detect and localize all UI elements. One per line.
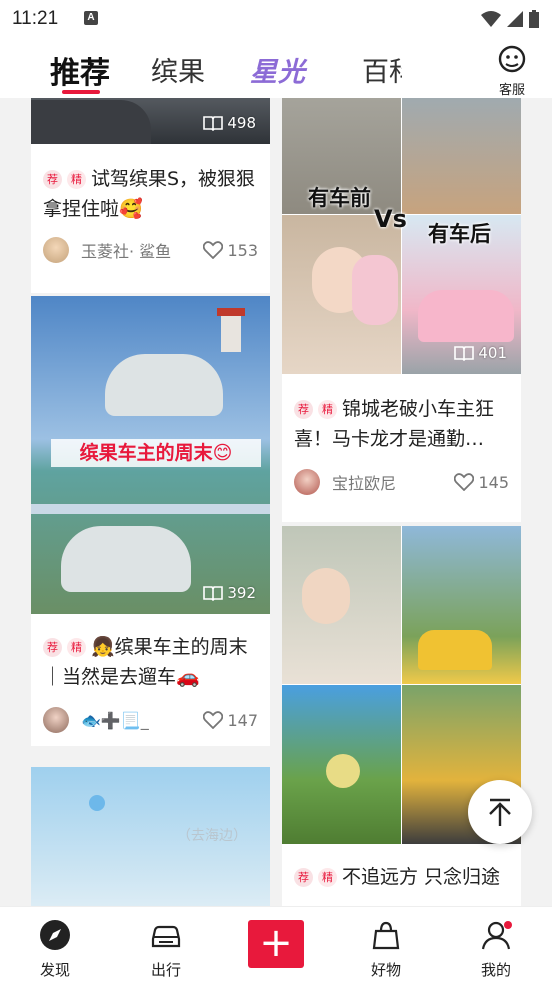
create-post-button[interactable]: + — [248, 920, 304, 968]
like-count[interactable]: 145 — [454, 473, 509, 492]
avatar[interactable] — [43, 707, 69, 733]
active-tab-indicator — [62, 90, 100, 94]
heart-icon — [203, 241, 224, 259]
feed-card-test-drive[interactable]: 498 荐精试驾缤果S，被狠狠拿捏住啦🥰 玉菱社· 鲨鱼 153 — [31, 98, 270, 293]
recommend-tag: 荐 — [43, 170, 62, 189]
notification-dot — [504, 921, 512, 929]
nav-label: 好物 — [370, 961, 401, 979]
card-image: （去海边） — [31, 767, 270, 906]
book-icon — [454, 346, 475, 361]
nav-label: 我的 — [480, 961, 511, 979]
battery-icon — [529, 10, 539, 28]
overlay-before: 有车前 — [308, 186, 371, 210]
author-name[interactable]: 玉菱社· 鲨鱼 — [81, 238, 203, 262]
card-image: 缤果车主的周末😊 — [31, 296, 270, 614]
tab-wiki[interactable]: 百科 — [362, 50, 402, 89]
read-count: 392 — [203, 584, 256, 602]
avatar[interactable] — [294, 469, 320, 495]
book-icon — [203, 116, 224, 131]
nav-profile[interactable]: 我的 — [461, 919, 531, 980]
book-icon — [203, 586, 224, 601]
feed-card-before-after[interactable]: 有车前 Vs 有车后 401 荐精锦城老破小车主狂喜！马卡龙才是通勤… 宝拉欧尼… — [282, 98, 521, 522]
featured-tag: 精 — [318, 868, 337, 887]
tab-wiki-clip: 百科 — [362, 38, 402, 98]
feed-card-return[interactable]: 荐精不追远方 只念归途 — [282, 526, 521, 906]
nav-label: 发现 — [39, 961, 70, 979]
recommend-tag: 荐 — [43, 638, 62, 657]
image-caption: （去海边） — [177, 828, 247, 844]
recommend-tag: 荐 — [294, 400, 313, 419]
arrow-up-icon — [489, 798, 511, 826]
feed-card-seaside[interactable]: （去海边） — [31, 767, 270, 906]
overlay-after: 有车后 — [428, 222, 491, 246]
like-count-value: 145 — [478, 472, 509, 492]
read-count: 498 — [203, 114, 256, 132]
top-tab-bar: 推荐 缤果 星光 百科 客服 — [0, 38, 552, 98]
card-meta: 玉菱社· 鲨鱼 153 — [43, 236, 258, 264]
car-icon — [151, 925, 181, 948]
compass-icon — [40, 920, 70, 950]
author-name[interactable]: 🐟➕📃_ — [81, 711, 203, 730]
wifi-icon — [481, 11, 501, 27]
card-meta: 🐟➕📃_ 147 — [43, 706, 258, 734]
card-meta: 宝拉欧尼 145 — [294, 468, 509, 496]
like-count[interactable]: 147 — [203, 711, 258, 730]
avatar[interactable] — [43, 237, 69, 263]
nav-goods[interactable]: 好物 — [351, 919, 421, 980]
like-count-value: 147 — [227, 710, 258, 730]
card-title: 荐精 👧缤果车主的周末｜当然是去遛车🚗 — [43, 632, 261, 692]
read-count-value: 401 — [478, 344, 507, 362]
featured-tag: 精 — [318, 400, 337, 419]
card-title-text: 不追远方 只念归途 — [342, 866, 501, 888]
card-image: 有车前 Vs 有车后 — [282, 98, 521, 374]
tab-recommend[interactable]: 推荐 — [50, 48, 110, 92]
recommend-tag: 荐 — [294, 868, 313, 887]
status-time: 11:21 — [12, 8, 59, 29]
status-icons — [480, 9, 540, 29]
nav-travel[interactable]: 出行 — [131, 919, 201, 980]
customer-service-button[interactable]: 客服 — [492, 44, 532, 98]
tab-bingo[interactable]: 缤果 — [151, 50, 205, 89]
tab-starlight[interactable]: 星光 — [250, 50, 306, 89]
author-name[interactable]: 宝拉欧尼 — [332, 470, 454, 494]
featured-tag: 精 — [67, 638, 86, 657]
signal-icon — [507, 11, 523, 27]
like-count[interactable]: 153 — [203, 241, 258, 260]
featured-tag: 精 — [67, 170, 86, 189]
nav-label: 出行 — [150, 961, 181, 979]
read-count: 401 — [454, 344, 507, 362]
like-count-value: 153 — [227, 240, 258, 260]
read-count-value: 392 — [227, 584, 256, 602]
card-title: 荐精不追远方 只念归途 — [294, 862, 512, 906]
feed-card-weekend[interactable]: 缤果车主的周末😊 392 荐精 👧缤果车主的周末｜当然是去遛车🚗 🐟➕📃_ 147 — [31, 296, 270, 746]
back-to-top-button[interactable] — [468, 780, 532, 844]
nav-discover[interactable]: 发现 — [20, 919, 90, 980]
shopping-bag-icon — [372, 921, 400, 950]
overlay-vs: Vs — [374, 205, 407, 233]
heart-icon — [203, 711, 224, 729]
card-title: 荐精试驾缤果S，被狠狠拿捏住啦🥰 — [43, 164, 261, 224]
customer-service-label: 客服 — [498, 83, 525, 98]
headset-icon — [498, 45, 526, 73]
heart-icon — [454, 473, 475, 491]
read-count-value: 498 — [227, 114, 256, 132]
card-banner-text: 缤果车主的周末😊 — [51, 439, 261, 467]
status-bar: 11:21 A — [0, 0, 552, 38]
bottom-nav-bar: 发现 出行 + 好物 我的 — [0, 906, 552, 984]
notification-icon: A — [84, 11, 98, 25]
card-title: 荐精锦城老破小车主狂喜！马卡龙才是通勤… — [294, 394, 512, 454]
